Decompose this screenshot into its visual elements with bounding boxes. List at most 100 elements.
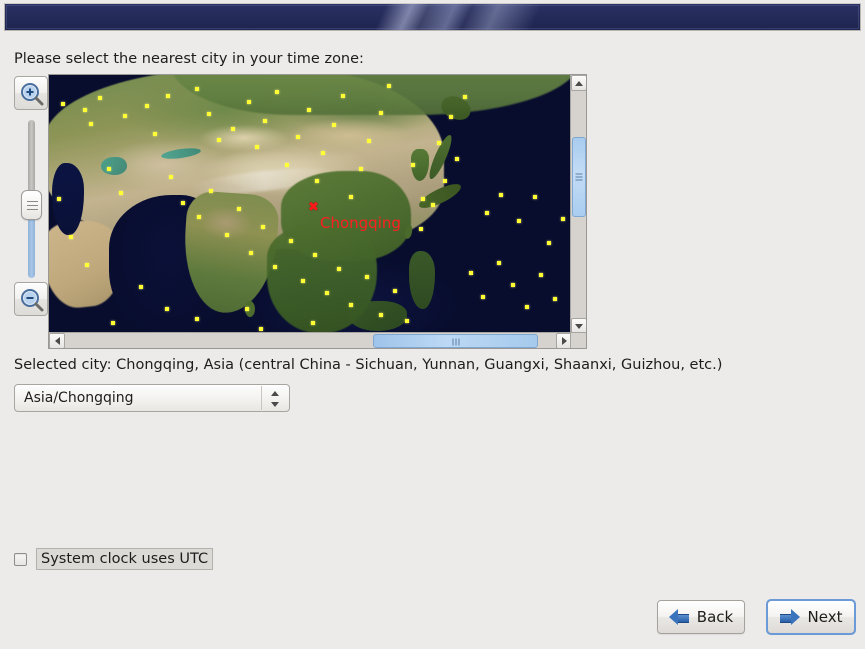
city-dot[interactable] (296, 135, 300, 139)
city-dot[interactable] (273, 265, 277, 269)
city-dot[interactable] (307, 108, 311, 112)
back-button[interactable]: Back (657, 600, 745, 634)
city-dot[interactable] (166, 94, 170, 98)
city-dot[interactable] (195, 87, 199, 91)
scroll-up-button[interactable] (571, 75, 586, 91)
city-dot[interactable] (231, 127, 235, 131)
city-dot[interactable] (247, 100, 251, 104)
city-dot[interactable] (419, 227, 423, 231)
city-dot[interactable] (249, 251, 253, 255)
city-dot[interactable] (547, 241, 551, 245)
city-dot[interactable] (57, 197, 61, 201)
city-dot[interactable] (337, 267, 341, 271)
city-dot[interactable] (83, 108, 87, 112)
city-dot[interactable] (119, 191, 123, 195)
city-dot[interactable] (311, 321, 315, 325)
city-dot[interactable] (497, 261, 501, 265)
horizontal-scroll-thumb[interactable] (373, 334, 538, 348)
city-dot[interactable] (195, 317, 199, 321)
city-dot[interactable] (421, 197, 425, 201)
city-dot[interactable] (169, 175, 173, 179)
map-vertical-scrollbar[interactable] (570, 75, 586, 334)
city-dot[interactable] (275, 90, 279, 94)
city-dot[interactable] (437, 141, 441, 145)
city-dot[interactable] (517, 219, 521, 223)
city-dot[interactable] (261, 225, 265, 229)
city-dot[interactable] (123, 114, 127, 118)
timezone-map[interactable]: ✖ Chongqing (48, 74, 587, 349)
utc-checkbox-label[interactable]: System clock uses UTC (36, 547, 214, 571)
city-dot[interactable] (245, 307, 249, 311)
city-dot[interactable] (285, 163, 289, 167)
city-dot[interactable] (443, 179, 447, 183)
city-dot[interactable] (431, 203, 435, 207)
utc-checkbox[interactable] (14, 552, 27, 566)
city-dot[interactable] (379, 111, 383, 115)
city-dot[interactable] (315, 179, 319, 183)
city-dot[interactable] (301, 279, 305, 283)
city-dot[interactable] (145, 104, 149, 108)
city-dot[interactable] (313, 253, 317, 257)
city-dot[interactable] (98, 96, 102, 100)
city-dot[interactable] (181, 201, 185, 205)
city-dot[interactable] (387, 84, 391, 88)
city-dot[interactable] (499, 193, 503, 197)
city-dot[interactable] (359, 167, 363, 171)
city-dot[interactable] (533, 195, 537, 199)
city-dot[interactable] (289, 239, 293, 243)
city-dot[interactable] (449, 115, 453, 119)
city-dot[interactable] (341, 94, 345, 98)
city-dot[interactable] (393, 289, 397, 293)
city-dot[interactable] (225, 233, 229, 237)
city-dot[interactable] (553, 297, 557, 301)
city-dot[interactable] (463, 95, 467, 99)
city-dot[interactable] (153, 132, 157, 136)
city-dot[interactable] (89, 122, 93, 126)
city-dot[interactable] (209, 189, 213, 193)
city-dot[interactable] (561, 217, 565, 221)
slider-handle[interactable] (21, 190, 42, 220)
city-dot[interactable] (367, 139, 371, 143)
zoom-out-button[interactable] (14, 282, 48, 316)
city-dot[interactable] (485, 211, 489, 215)
city-dot[interactable] (349, 303, 353, 307)
city-dot[interactable] (69, 235, 73, 239)
city-dot[interactable] (259, 327, 263, 331)
city-dot[interactable] (165, 307, 169, 311)
city-dot[interactable] (139, 285, 143, 289)
city-dot[interactable] (349, 195, 353, 199)
city-dot[interactable] (111, 321, 115, 325)
city-dot[interactable] (455, 157, 459, 161)
scroll-left-button[interactable] (49, 333, 65, 348)
city-dot[interactable] (365, 275, 369, 279)
city-dot[interactable] (255, 145, 259, 149)
city-dot[interactable] (411, 163, 415, 167)
city-dot[interactable] (197, 215, 201, 219)
city-dot[interactable] (469, 271, 473, 275)
map-viewport[interactable]: ✖ Chongqing (49, 75, 572, 334)
city-dot[interactable] (85, 263, 89, 267)
next-button[interactable]: Next (766, 599, 856, 635)
city-dot[interactable] (511, 283, 515, 287)
vertical-scroll-thumb[interactable] (572, 137, 586, 217)
city-dot[interactable] (379, 313, 383, 317)
city-dot[interactable] (237, 207, 241, 211)
city-dot[interactable] (405, 319, 409, 323)
city-dot[interactable] (321, 151, 325, 155)
city-dot[interactable] (325, 291, 329, 295)
city-dot[interactable] (107, 167, 111, 171)
timezone-dropdown-value: Asia/Chongqing (24, 390, 134, 406)
city-dot[interactable] (525, 305, 529, 309)
utc-checkbox-row[interactable]: System clock uses UTC (14, 547, 214, 571)
city-dot[interactable] (539, 273, 543, 277)
city-dot[interactable] (207, 112, 211, 116)
city-dot[interactable] (61, 102, 65, 106)
zoom-in-button[interactable] (14, 76, 48, 110)
map-horizontal-scrollbar[interactable] (49, 332, 572, 348)
city-dot[interactable] (481, 295, 485, 299)
sea-aral (101, 157, 127, 175)
city-dot[interactable] (332, 123, 336, 127)
timezone-dropdown[interactable]: Asia/Chongqing (14, 384, 290, 412)
city-dot[interactable] (263, 119, 267, 123)
city-dot[interactable] (217, 138, 221, 142)
